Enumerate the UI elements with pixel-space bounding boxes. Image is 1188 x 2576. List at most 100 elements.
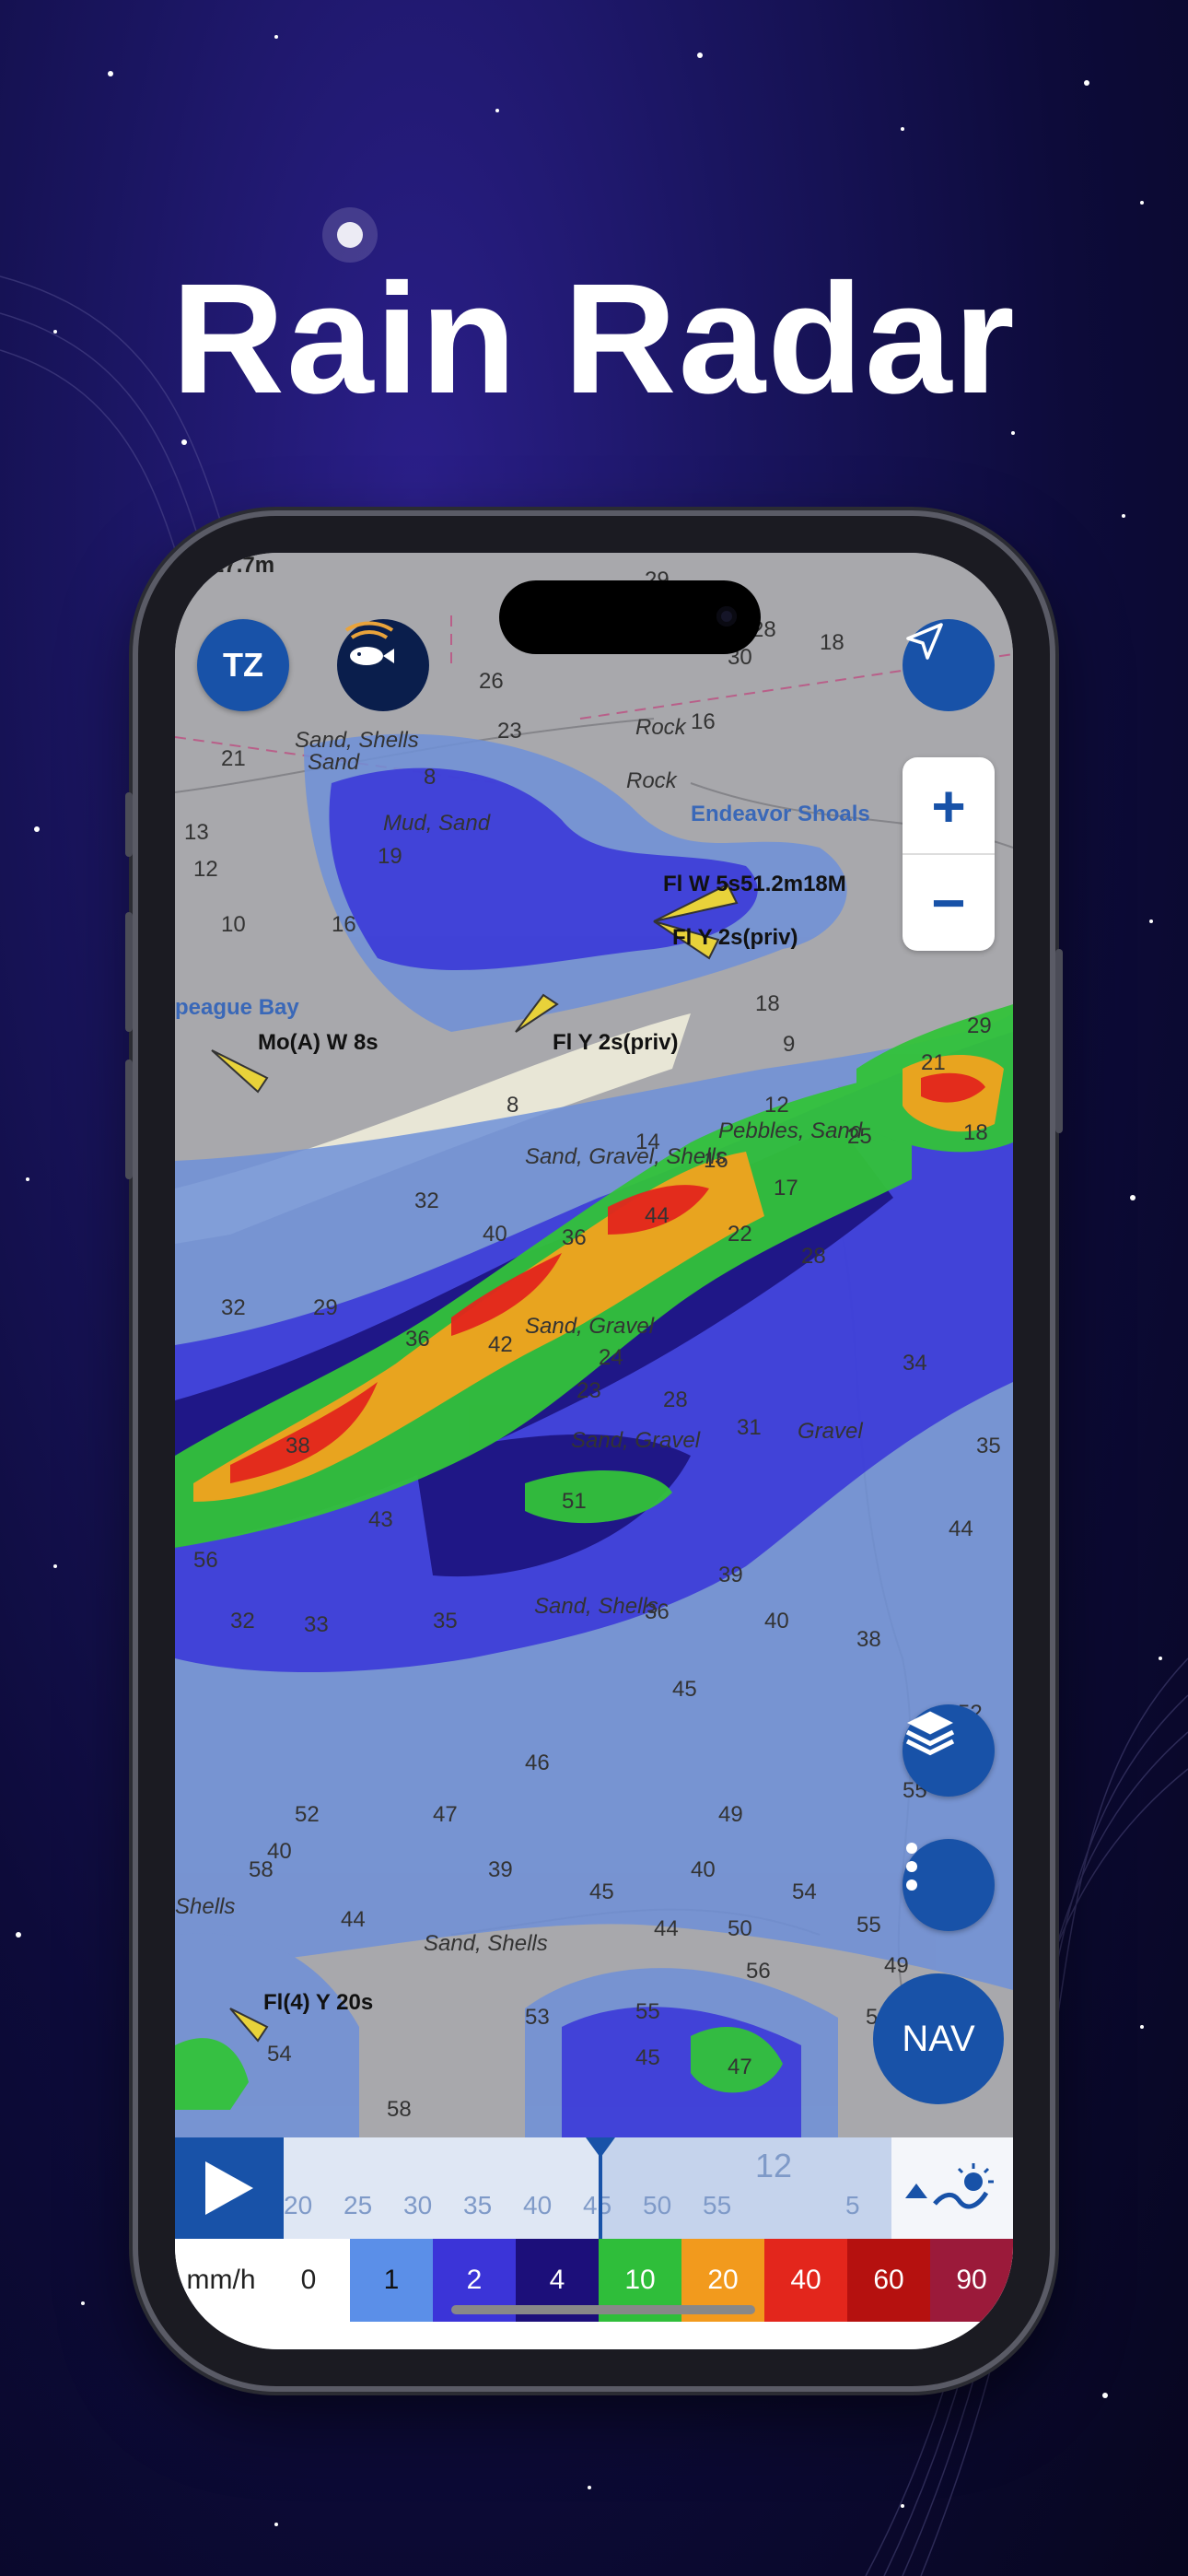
legend-swatch: 90 (930, 2239, 1013, 2322)
depth-sounding: 58 (387, 2097, 412, 2122)
depth-sounding: 49 (718, 1802, 743, 1827)
layers-button[interactable] (903, 1704, 995, 1797)
timeline-tick: 20 (284, 2191, 313, 2219)
zoom-control: + − (903, 757, 995, 951)
depth-sounding: 18 (820, 630, 844, 655)
depth-sounding: 44 (654, 1916, 679, 1941)
depth-sounding: 19 (378, 844, 402, 869)
depth-sounding: 56 (193, 1548, 218, 1573)
depth-sounding: 8 (424, 765, 437, 790)
play-button[interactable] (175, 2137, 284, 2239)
depth-sounding: 23 (577, 1378, 601, 1403)
legend-swatch: 40 (764, 2239, 847, 2322)
depth-sounding: 40 (691, 1857, 716, 1882)
seabed-label: Sand, Gravel (571, 1428, 701, 1453)
light-label-4: Fl Y 2s(priv) (553, 1030, 679, 1055)
seabed-label: Mud, Sand (383, 811, 491, 836)
depth-sounding: 17 (774, 1176, 798, 1200)
legend-unit: mm/h (175, 2239, 267, 2322)
depth-sounding: 36 (645, 1599, 670, 1624)
fishing-mode-button[interactable] (337, 619, 429, 711)
depth-sounding: 45 (589, 1879, 614, 1904)
locate-me-button[interactable] (903, 619, 995, 711)
depth-sounding: 16 (691, 709, 716, 734)
timeline-cursor-handle[interactable] (586, 2137, 615, 2158)
depth-sounding: 29 (967, 1013, 992, 1038)
depth-sounding: 56 (746, 1959, 771, 1984)
depth-sounding: 9 (783, 1032, 796, 1057)
depth-sounding: 52 (295, 1802, 320, 1827)
legend-swatch: 0 (267, 2239, 350, 2322)
timeline-tick: 40 (523, 2191, 553, 2219)
depth-sounding: 44 (645, 1203, 670, 1228)
fish-sonar-icon (344, 621, 394, 665)
light-label-1: Fl W 5s51.2m18M (663, 872, 846, 896)
zoom-in-button[interactable]: + (903, 757, 995, 854)
depth-sounding: 26 (479, 669, 504, 694)
depth-sounding: 47 (728, 2055, 752, 2079)
nav-mode-button[interactable]: NAV (873, 1973, 1004, 2104)
depth-sounding: 10 (221, 912, 246, 937)
depth-sounding: 14 (635, 1130, 660, 1154)
seabed-label: Sand (308, 750, 360, 775)
seabed-label: Gravel (798, 1419, 863, 1444)
screen-bottom-strip (175, 2322, 1013, 2349)
future-range-shade (600, 2137, 893, 2239)
timezero-menu-button[interactable]: TZ (197, 619, 289, 711)
depth-sounding: 29 (313, 1295, 338, 1320)
timeline-tick: 45 (583, 2191, 612, 2219)
legend-swatch: 1 (350, 2239, 433, 2322)
more-options-button[interactable] (903, 1839, 995, 1931)
depth-sounding: 45 (635, 2045, 660, 2070)
seabed-label: Pebbles, Sand (718, 1118, 863, 1143)
vertical-dots-icon (906, 1843, 917, 1891)
depth-sounding: 13 (184, 820, 209, 845)
zoom-out-button[interactable]: − (903, 854, 995, 951)
timeline-tick: 55 (703, 2191, 732, 2219)
depth-sounding: 54 (267, 2042, 292, 2067)
depth-sounding: 31 (737, 1415, 762, 1440)
play-icon (205, 2161, 253, 2215)
volume-up-button (125, 912, 133, 1032)
depth-sounding: 40 (764, 1609, 789, 1633)
depth-sounding: 18 (755, 991, 780, 1016)
depth-sounding: 40 (267, 1839, 292, 1864)
headline-title: Rain Radar (171, 252, 1017, 427)
timeline-tick: 35 (463, 2191, 493, 2219)
depth-sounding: 43 (368, 1507, 393, 1532)
seabed-label: Sand, Gravel (525, 1314, 655, 1339)
action-button (125, 792, 133, 857)
depth-sounding: 34 (903, 1351, 927, 1376)
depth-sounding: 16 (332, 912, 356, 937)
seabed-label: Rock (635, 715, 686, 740)
depth-sounding: 46 (525, 1751, 550, 1775)
depth-sounding: 18 (963, 1120, 988, 1145)
depth-sounding: 38 (285, 1434, 310, 1458)
depth-sounding: 35 (433, 1609, 458, 1633)
layers-icon (905, 1711, 955, 1756)
depth-sounding: 44 (949, 1516, 973, 1541)
power-button (1055, 949, 1063, 1133)
shoal-name-label: Endeavor Shoals (691, 802, 870, 826)
depth-sounding: 28 (801, 1244, 826, 1269)
radar-timeline[interactable]: 20 25 30 35 40 45 50 55 5 12 (175, 2137, 1013, 2239)
depth-sounding: 45 (672, 1677, 697, 1702)
location-arrow-icon (906, 623, 943, 660)
depth-sounding: 51 (562, 1489, 587, 1514)
depth-sounding: 32 (414, 1188, 439, 1213)
light-label-3: Mo(A) W 8s (258, 1030, 379, 1055)
depth-sounding: 24 (599, 1345, 623, 1370)
depth-sounding: 28 (663, 1388, 688, 1412)
weather-toggle-button[interactable] (891, 2137, 1013, 2239)
volume-down-button (125, 1060, 133, 1179)
depth-sounding: 39 (488, 1857, 513, 1882)
seabed-label: Sand, Shells (424, 1931, 548, 1956)
depth-sounding: 39 (718, 1563, 743, 1587)
depth-sounding: 53 (525, 2005, 550, 2030)
depth-sounding: 44 (341, 1907, 366, 1932)
timeline-hour-label: 12 (755, 2147, 793, 2184)
depth-sounding: 12 (764, 1093, 789, 1118)
depth-sounding: 55 (635, 1999, 660, 2024)
depth-sounding: 50 (728, 1916, 752, 1941)
nautical-map[interactable]: 27.7m Endeavor Shoals Fl W 5s51.2m18M Fl… (175, 553, 1013, 2137)
